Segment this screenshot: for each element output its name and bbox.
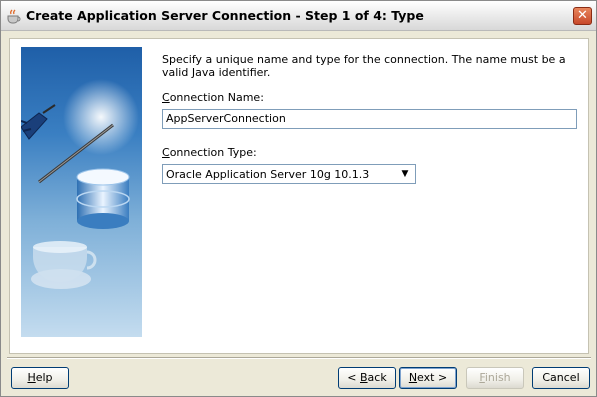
close-icon: ✕ (577, 8, 588, 23)
connection-name-label: Connection Name: (162, 91, 264, 104)
cancel-button[interactable]: Cancel (532, 367, 590, 389)
connection-name-label-text: onnection Name: (169, 91, 264, 104)
button-bar-divider (7, 357, 591, 359)
connection-name-input[interactable]: AppServerConnection (162, 109, 577, 129)
connection-type-label: Connection Type: (162, 146, 257, 159)
back-button[interactable]: < Back (338, 367, 396, 389)
close-button[interactable]: ✕ (573, 7, 592, 25)
connection-type-label-text: onnection Type: (169, 146, 257, 159)
next-mnemonic: N (408, 371, 418, 384)
back-prefix: < (347, 371, 360, 384)
connection-type-mnemonic: C (162, 146, 170, 159)
next-label: ext > (417, 371, 448, 384)
wizard-content-panel: Specify a unique name and type for the c… (9, 38, 589, 354)
finish-label: inish (484, 371, 511, 384)
title-bar[interactable]: Create Application Server Connection - S… (1, 1, 596, 31)
help-label: elp (35, 371, 53, 384)
coffee-cup-icon (6, 8, 24, 24)
connection-type-value: Oracle Application Server 10g 10.1.3 (166, 168, 370, 181)
instructions-text: Specify a unique name and type for the c… (162, 53, 566, 79)
next-button[interactable]: Next > (399, 367, 457, 389)
help-mnemonic: H (27, 371, 36, 384)
wizard-side-image (21, 47, 142, 337)
help-button[interactable]: Help (11, 367, 69, 389)
finish-button[interactable]: Finish (466, 367, 524, 389)
window-title: Create Application Server Connection - S… (26, 8, 424, 23)
chevron-down-icon[interactable]: ▼ (397, 166, 413, 182)
back-mnemonic: B (360, 371, 368, 384)
back-label: ack (367, 371, 387, 384)
wizard-dialog: Create Application Server Connection - S… (0, 0, 597, 397)
connection-type-select[interactable]: Oracle Application Server 10g 10.1.3 ▼ (162, 164, 416, 184)
connection-name-value: AppServerConnection (166, 112, 286, 125)
connection-name-mnemonic: C (162, 91, 170, 104)
